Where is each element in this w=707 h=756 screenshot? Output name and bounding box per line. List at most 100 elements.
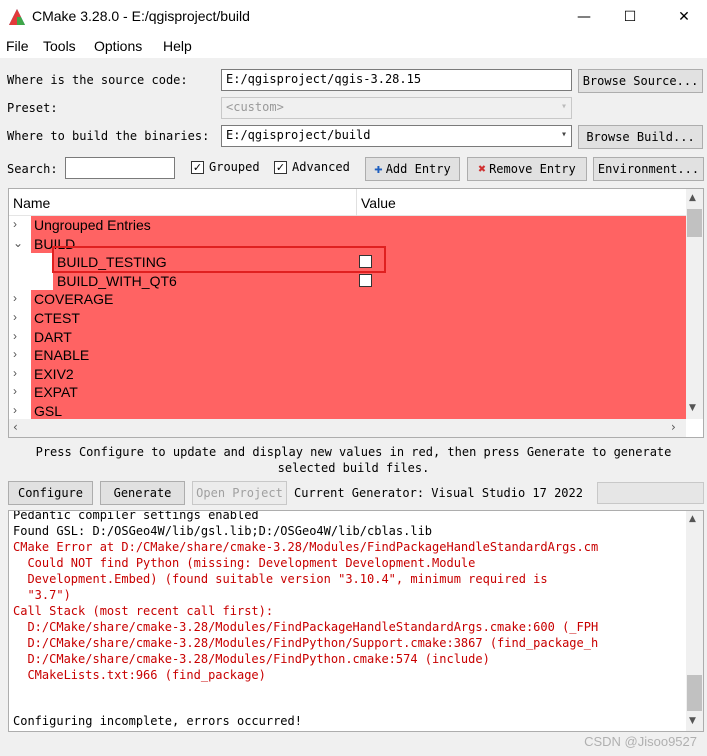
add-entry-button[interactable]: ✚ Add Entry <box>365 157 460 181</box>
tree-row-highlight <box>31 327 686 347</box>
remove-icon: ✖ <box>478 161 487 177</box>
remove-entry-label: Remove Entry <box>489 162 576 176</box>
configure-button[interactable]: Configure <box>8 481 93 505</box>
tree-horizontal-scrollbar[interactable]: ‹ › <box>9 419 686 437</box>
configure-hint: Press Configure to update and display ne… <box>0 444 707 476</box>
scroll-down-icon[interactable]: ▼ <box>689 403 696 413</box>
progress-bar <box>597 482 704 504</box>
build-dir-combobox[interactable]: E:/qgisproject/build ▾ <box>221 125 572 147</box>
chevron-right-icon[interactable]: › <box>13 217 25 231</box>
environment-button[interactable]: Environment... <box>593 157 704 181</box>
chevron-down-icon[interactable]: ⌄ <box>13 236 25 250</box>
source-input[interactable]: E:/qgisproject/qgis-3.28.15 <box>221 69 572 91</box>
source-label: Where is the source code: <box>7 73 188 87</box>
tree-row-label: Ungrouped Entries <box>34 217 151 233</box>
minimize-button[interactable]: — <box>561 0 607 34</box>
scroll-thumb[interactable] <box>687 675 702 711</box>
tree-row-label: BUILD_WITH_QT6 <box>57 272 177 289</box>
title-bar: CMake 3.28.0 - E:/qgisproject/build — ☐ … <box>0 0 707 34</box>
scroll-down-icon[interactable]: ▼ <box>689 716 696 726</box>
value-checkbox[interactable] <box>359 273 372 287</box>
menu-options[interactable]: Options <box>94 38 142 54</box>
cmake-logo-icon <box>9 9 25 25</box>
scroll-right-icon[interactable]: › <box>671 420 676 434</box>
scroll-up-icon[interactable]: ▲ <box>689 514 696 524</box>
chevron-right-icon[interactable]: › <box>13 403 25 417</box>
tree-row[interactable]: › GSL <box>9 402 686 421</box>
log-line-error: Call Stack (most recent call first): <box>13 604 274 618</box>
browse-source-button[interactable]: Browse Source... <box>578 69 703 93</box>
annotation-highlight-box <box>52 246 386 273</box>
column-name-header[interactable]: Name <box>13 195 50 211</box>
scroll-up-icon[interactable]: ▲ <box>689 193 696 203</box>
build-dir-label: Where to build the binaries: <box>7 129 210 143</box>
tree-row[interactable]: BUILD_WITH_QT6 <box>9 271 686 291</box>
maximize-button[interactable]: ☐ <box>607 0 653 34</box>
browse-build-button[interactable]: Browse Build... <box>578 125 703 149</box>
tree-row-label: COVERAGE <box>34 291 114 308</box>
menu-bar: File Tools Options Help <box>0 34 707 58</box>
log-line: Pedantic compiler settings enabled <box>13 510 259 522</box>
tree-row-label: ENABLE <box>34 347 90 364</box>
output-log[interactable]: Pedantic compiler settings enabled Found … <box>8 510 704 732</box>
tree-row[interactable]: › COVERAGE <box>9 290 686 309</box>
tree-row[interactable]: › DART <box>9 327 686 347</box>
chevron-right-icon[interactable]: › <box>13 310 25 324</box>
grouped-label: Grouped <box>209 160 260 174</box>
grouped-toggle[interactable]: ✓ Grouped <box>191 160 260 174</box>
log-line-error: Could NOT find Python (missing: Developm… <box>13 556 476 570</box>
chevron-right-icon[interactable]: › <box>13 347 25 361</box>
chevron-right-icon[interactable]: › <box>13 329 25 343</box>
log-line-error: D:/CMake/share/cmake-3.28/Modules/FindPa… <box>13 620 599 634</box>
cache-entries-tree[interactable]: Name Value › Ungrouped Entries ⌄ BUILD BUILD… <box>8 188 704 438</box>
scroll-thumb[interactable] <box>687 209 702 237</box>
tree-row-highlight <box>31 402 686 421</box>
log-final-line: Configuring incomplete, errors occurred! <box>13 714 302 728</box>
current-generator: Current Generator: Visual Studio 17 2022 <box>294 486 583 500</box>
log-line-error: CMakeLists.txt:966 (find_package) <box>13 668 266 682</box>
grouped-checkbox[interactable]: ✓ <box>191 160 204 174</box>
advanced-checkbox[interactable]: ✓ <box>274 160 287 174</box>
menu-help[interactable]: Help <box>163 38 192 54</box>
tree-row-label: EXPAT <box>34 384 78 401</box>
tree-row-label: DART <box>34 328 72 345</box>
log-line-error: D:/CMake/share/cmake-3.28/Modules/FindPy… <box>13 636 599 650</box>
column-divider[interactable] <box>356 189 357 216</box>
menu-file[interactable]: File <box>6 38 29 54</box>
chevron-right-icon[interactable]: › <box>13 366 25 380</box>
tree-vertical-scrollbar[interactable]: ▲ ▼ <box>686 189 703 419</box>
open-project-button: Open Project <box>192 481 287 505</box>
search-label: Search: <box>7 162 58 176</box>
advanced-label: Advanced <box>292 160 350 174</box>
tree-row[interactable]: › CTEST <box>9 309 686 328</box>
chevron-right-icon[interactable]: › <box>13 291 25 305</box>
remove-entry-button[interactable]: ✖ Remove Entry <box>467 157 587 181</box>
preset-value: <custom> <box>226 100 284 114</box>
search-input[interactable] <box>65 157 175 179</box>
output-vertical-scrollbar[interactable]: ▲ ▼ <box>686 511 703 731</box>
add-entry-label: Add Entry <box>385 162 451 176</box>
chevron-down-icon[interactable]: ▾ <box>561 129 567 140</box>
tree-header: Name Value <box>9 189 686 216</box>
preset-select: <custom> ▾ <box>221 97 572 119</box>
scroll-left-icon[interactable]: ‹ <box>13 420 18 434</box>
log-line-error: CMake Error at D:/CMake/share/cmake-3.28… <box>13 540 599 554</box>
generate-button[interactable]: Generate <box>100 481 185 505</box>
menu-tools[interactable]: Tools <box>43 38 76 54</box>
tree-row-label: CTEST <box>34 310 80 326</box>
column-value-header[interactable]: Value <box>361 195 396 211</box>
tree-row[interactable]: › ENABLE <box>9 346 686 365</box>
log-line-error: "3.7") <box>13 588 71 602</box>
tree-row-highlight <box>31 309 686 328</box>
close-button[interactable]: ✕ <box>661 0 707 34</box>
tree-row-highlight <box>31 346 686 365</box>
tree-row-highlight <box>31 290 686 309</box>
chevron-right-icon[interactable]: › <box>13 384 25 398</box>
tree-row[interactable]: › EXIV2 <box>9 364 686 384</box>
tree-row[interactable]: › EXPAT <box>9 383 686 402</box>
log-line-error: Development.Embed) (found suitable versi… <box>13 572 548 586</box>
advanced-toggle[interactable]: ✓ Advanced <box>274 160 350 174</box>
tree-row-highlight <box>31 364 686 384</box>
window-title: CMake 3.28.0 - E:/qgisproject/build <box>32 8 250 24</box>
tree-row[interactable]: › Ungrouped Entries <box>9 216 686 235</box>
